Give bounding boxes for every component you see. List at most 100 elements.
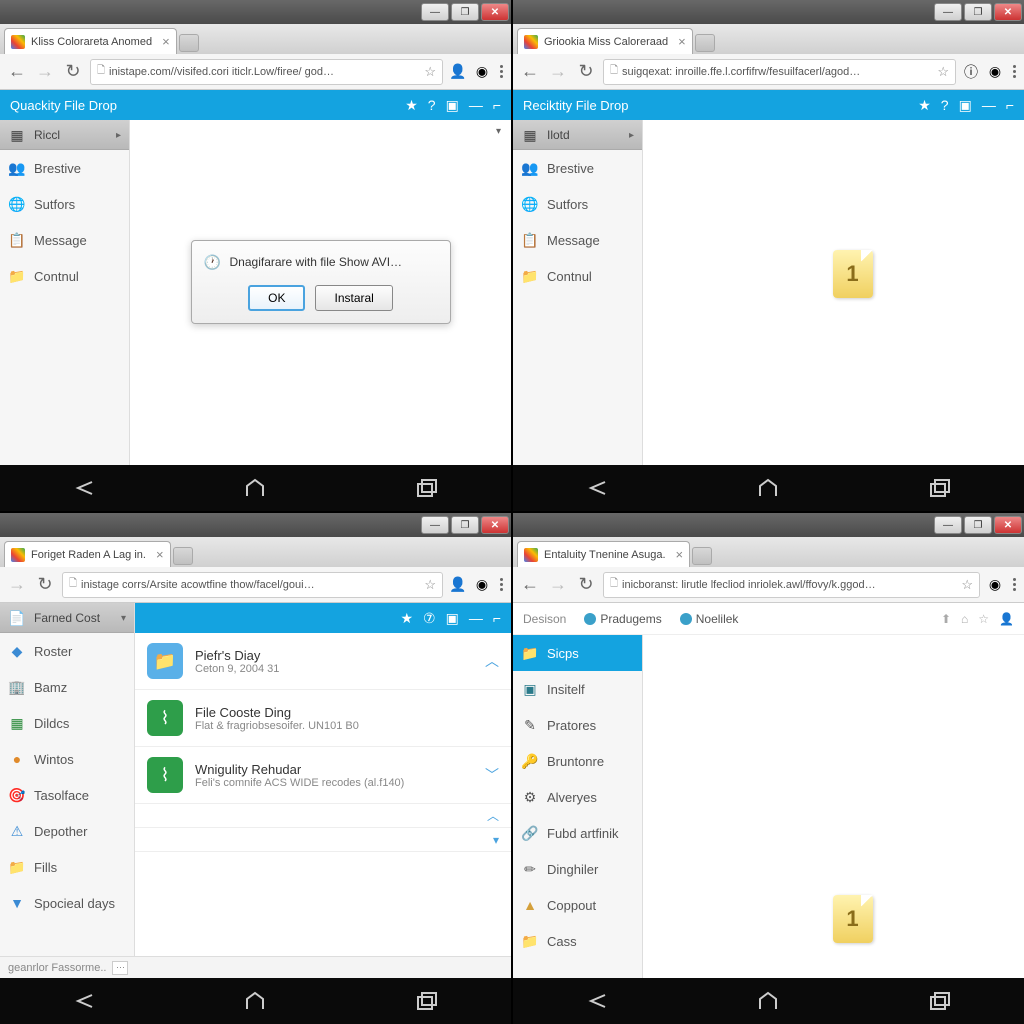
bookmark-star-icon[interactable]: ☆: [937, 64, 949, 80]
url-field[interactable]: 🗋inicboranst: lirutle lfecliod inriolek.…: [603, 572, 980, 598]
forward-button[interactable]: →: [547, 574, 569, 596]
sidebar-header[interactable]: ▦Riccl▸: [0, 120, 129, 150]
menu-button[interactable]: [1010, 578, 1018, 591]
back-button[interactable]: ←: [519, 61, 541, 83]
section-toggle[interactable]: ▾: [135, 828, 511, 852]
minimize-button[interactable]: —: [421, 516, 449, 534]
back-button[interactable]: ←: [6, 61, 28, 83]
reload-button[interactable]: ↻: [62, 61, 84, 83]
maximize-button[interactable]: ❐: [451, 3, 479, 21]
new-tab-button[interactable]: [173, 547, 193, 565]
android-recent-button[interactable]: [924, 473, 954, 503]
ok-button[interactable]: OK: [248, 285, 305, 311]
expand-icon[interactable]: ⌐: [493, 97, 501, 113]
file-badge[interactable]: 1: [833, 250, 873, 298]
sidebar-item[interactable]: 📁Cass: [513, 923, 642, 959]
android-home-button[interactable]: [753, 473, 783, 503]
bookmark-star-icon[interactable]: ☆: [424, 64, 436, 80]
reload-button[interactable]: ↻: [575, 574, 597, 596]
sidebar-item[interactable]: 👥Brestive: [513, 150, 642, 186]
star-icon[interactable]: ★: [918, 97, 931, 114]
dropdown-icon[interactable]: ▾: [496, 126, 501, 137]
minimize-icon[interactable]: —: [982, 97, 996, 113]
reload-button[interactable]: ↻: [575, 61, 597, 83]
maximize-button[interactable]: ❐: [964, 3, 992, 21]
bookmark-icon[interactable]: ☆: [978, 612, 989, 626]
close-button[interactable]: ✕: [481, 3, 509, 21]
browser-tab[interactable]: Foriget Raden A Lag in.×: [4, 541, 171, 567]
sidebar-item-selected[interactable]: 📁Sicps: [513, 635, 642, 671]
menu-button[interactable]: [497, 578, 505, 591]
new-tab-button[interactable]: [695, 34, 715, 52]
menu-button[interactable]: [1010, 65, 1018, 78]
sidebar-item[interactable]: 📁Fills: [0, 849, 134, 885]
forward-button[interactable]: →: [6, 574, 28, 596]
android-recent-button[interactable]: [411, 986, 441, 1016]
chevron-down-icon[interactable]: ﹀: [485, 765, 499, 785]
chrome-icon[interactable]: ◉: [473, 576, 491, 594]
minimize-button[interactable]: —: [934, 3, 962, 21]
close-tab-icon[interactable]: ×: [676, 547, 684, 562]
android-recent-button[interactable]: [924, 986, 954, 1016]
sidebar-header[interactable]: 📄Farned Cost▾: [0, 603, 134, 633]
reload-button[interactable]: ↻: [34, 574, 56, 596]
sidebar-item[interactable]: ●Wintos: [0, 741, 134, 777]
maximize-button[interactable]: ❐: [451, 516, 479, 534]
help-icon[interactable]: ?: [428, 97, 436, 113]
list-item[interactable]: ⌇Wnigulity RehudarFeli's comnife ACS WID…: [135, 747, 511, 804]
sidebar-item[interactable]: 🎯Tasolface: [0, 777, 134, 813]
save-icon[interactable]: ▣: [446, 97, 459, 114]
star-icon[interactable]: ★: [405, 97, 418, 114]
android-back-button[interactable]: [70, 473, 100, 503]
url-field[interactable]: 🗋inistage corrs/Arsite acowtfine thow/fa…: [62, 572, 443, 598]
install-button[interactable]: Instaral: [315, 285, 392, 311]
close-button[interactable]: ✕: [481, 516, 509, 534]
more-button[interactable]: ⋯: [112, 961, 128, 975]
chevron-up-icon[interactable]: ︿: [485, 651, 499, 671]
browser-tab[interactable]: Entaluity Tnenine Asuga.×: [517, 541, 690, 567]
sidebar-item[interactable]: 📋Message: [0, 222, 129, 258]
sidebar-item[interactable]: ▲Coppout: [513, 887, 642, 923]
android-home-button[interactable]: [240, 473, 270, 503]
sidebar-item[interactable]: ◆Roster: [0, 633, 134, 669]
back-button[interactable]: ←: [519, 574, 541, 596]
expand-icon[interactable]: ⌐: [1006, 97, 1014, 113]
extension-icon[interactable]: 👤: [449, 576, 467, 594]
sidebar-item[interactable]: 🏢Bamz: [0, 669, 134, 705]
sidebar-item[interactable]: 🔑Bruntonre: [513, 743, 642, 779]
new-tab-button[interactable]: [179, 34, 199, 52]
android-recent-button[interactable]: [411, 473, 441, 503]
expand-icon[interactable]: ⌐: [493, 610, 501, 626]
help-icon[interactable]: ?: [941, 97, 949, 113]
sidebar-item[interactable]: 📁Contnul: [513, 258, 642, 294]
list-item[interactable]: 📁Piefr's DiayCeton 9, 2004 31︿: [135, 633, 511, 690]
android-back-button[interactable]: [583, 473, 613, 503]
sidebar-item[interactable]: 👥Brestive: [0, 150, 129, 186]
browser-tab[interactable]: Griookia Miss Caloreraad×: [517, 28, 693, 54]
android-home-button[interactable]: [753, 986, 783, 1016]
sidebar-item[interactable]: ▦Dildcs: [0, 705, 134, 741]
sidebar-item[interactable]: 📋Message: [513, 222, 642, 258]
list-item[interactable]: ⌇File Cooste DingFlat & fragriobsesoifer…: [135, 690, 511, 747]
close-button[interactable]: ✕: [994, 3, 1022, 21]
nav-item[interactable]: Noelilek: [680, 612, 739, 626]
sidebar-item[interactable]: 🔗Fubd artfinik: [513, 815, 642, 851]
user-icon[interactable]: 👤: [999, 612, 1014, 626]
extension-icon[interactable]: 👤: [449, 63, 467, 81]
url-field[interactable]: 🗋suigqexat: inroille.ffe.l.corfifrw/fesu…: [603, 59, 956, 85]
section-toggle[interactable]: ︿: [135, 804, 511, 828]
forward-button[interactable]: →: [34, 61, 56, 83]
sidebar-item[interactable]: ⚠Depother: [0, 813, 134, 849]
sidebar-item[interactable]: ✎Pratores: [513, 707, 642, 743]
nav-item[interactable]: Pradugems: [584, 612, 661, 626]
sidebar-item[interactable]: 🌐Sutfors: [513, 186, 642, 222]
info-icon[interactable]: ⓘ: [962, 63, 980, 81]
chrome-icon[interactable]: ◉: [986, 63, 1004, 81]
android-back-button[interactable]: [583, 986, 613, 1016]
new-tab-button[interactable]: [692, 547, 712, 565]
sidebar-item[interactable]: ✏Dinghiler: [513, 851, 642, 887]
chrome-icon[interactable]: ◉: [473, 63, 491, 81]
forward-button[interactable]: →: [547, 61, 569, 83]
minimize-button[interactable]: —: [934, 516, 962, 534]
save-icon[interactable]: ▣: [959, 97, 972, 114]
